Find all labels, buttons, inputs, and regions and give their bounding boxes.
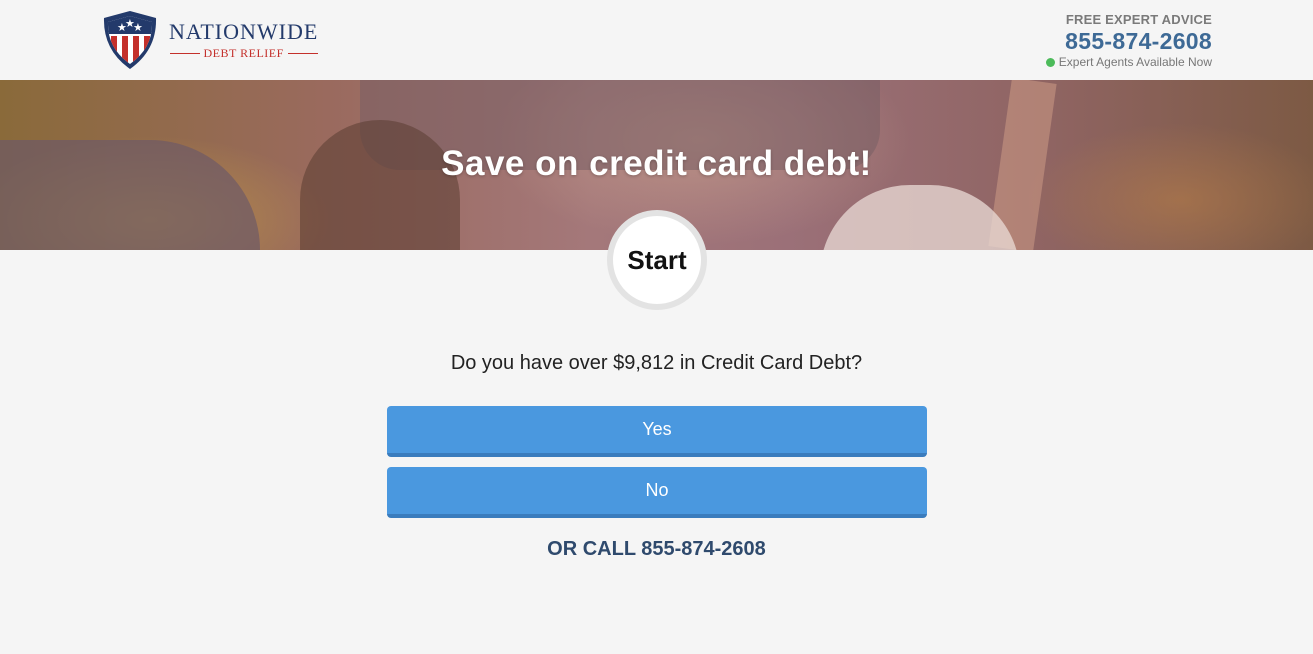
logo-divider-right bbox=[287, 52, 318, 54]
shield-stars-stripes-icon: ★ ★ ★ bbox=[103, 11, 157, 69]
online-dot-icon bbox=[1045, 57, 1055, 67]
logo-subtitle: DEBT RELIEF bbox=[203, 45, 284, 60]
logo-name: NATIONWIDE bbox=[169, 18, 319, 44]
hero-photo-hat bbox=[820, 185, 1020, 250]
agent-status-text: Expert Agents Available Now bbox=[1058, 55, 1212, 69]
step-indicator: Start bbox=[607, 210, 707, 310]
contact-kicker: FREE EXPERT ADVICE bbox=[1065, 12, 1212, 27]
no-button[interactable]: No bbox=[387, 467, 927, 518]
header-phone-link[interactable]: 855-874-2608 bbox=[1046, 28, 1212, 54]
site-header: ★ ★ ★ NATIONWIDE DEBT RELIEF FREE EXPERT… bbox=[0, 0, 1313, 80]
yes-button[interactable]: Yes bbox=[387, 406, 927, 457]
call-cta: OR CALL 855-874-2608 bbox=[0, 538, 1313, 561]
brand-logo[interactable]: ★ ★ ★ NATIONWIDE DEBT RELIEF bbox=[101, 10, 318, 70]
call-prefix: OR CALL bbox=[547, 538, 636, 560]
logo-sub-row: DEBT RELIEF bbox=[169, 45, 318, 61]
svg-text:★: ★ bbox=[133, 21, 143, 34]
agent-status: Expert Agents Available Now bbox=[1045, 54, 1212, 70]
hero-title: Save on credit card debt! bbox=[441, 144, 872, 183]
quiz-question: Do you have over $9,812 in Credit Card D… bbox=[450, 352, 863, 374]
logo-divider-left bbox=[169, 52, 200, 54]
header-contact: FREE EXPERT ADVICE 855-874-2608 Expert A… bbox=[1045, 12, 1212, 70]
call-phone-link[interactable]: 855-874-2608 bbox=[641, 538, 766, 560]
logo-wordmark: NATIONWIDE DEBT RELIEF bbox=[169, 18, 319, 61]
step-label: Start bbox=[627, 244, 687, 275]
